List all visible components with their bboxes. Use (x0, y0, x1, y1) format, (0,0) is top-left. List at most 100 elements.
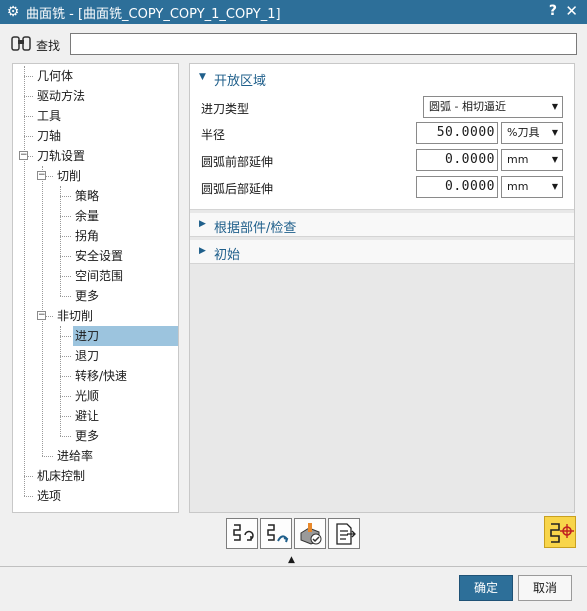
tree-item[interactable]: 几何体 (35, 66, 73, 86)
tree-connector (24, 496, 33, 497)
close-button[interactable]: ✕ (565, 2, 578, 20)
tree-item[interactable]: 退刀 (73, 346, 99, 366)
tree-connector (60, 326, 61, 436)
tree-item-label: 刀轨设置 (37, 149, 86, 163)
tree-item-label: 安全设置 (75, 249, 124, 263)
open-area-header[interactable]: ▼ 开放区域 (190, 66, 574, 90)
tree-item[interactable]: 刀轨设置 (35, 146, 85, 166)
toolpath-display-icon (550, 523, 574, 543)
tree-item-label: 驱动方法 (37, 89, 86, 103)
tree-connector (60, 356, 71, 357)
tree-item[interactable]: 驱动方法 (35, 86, 85, 106)
help-button[interactable]: ? (549, 3, 557, 19)
search-bar: 查找 (0, 30, 587, 58)
tree-connector (24, 66, 25, 496)
arc-front-extension-label: 圆弧前部延伸 (201, 155, 274, 169)
radius-label: 半径 (201, 128, 226, 142)
verify-button[interactable] (294, 518, 326, 549)
tree-item[interactable]: 拐角 (73, 226, 99, 246)
arc-front-unit-dropdown[interactable]: mm ▼ (501, 149, 563, 171)
ok-button[interactable]: 确定 (459, 575, 513, 601)
display-toolpath-button[interactable] (544, 516, 576, 548)
generate-toolpath-button[interactable] (226, 518, 258, 549)
list-button[interactable] (328, 518, 360, 549)
tree-item[interactable]: 刀轴 (35, 126, 61, 146)
chevron-down-icon: ▼ (551, 182, 558, 191)
tree-connector (60, 336, 71, 337)
arc-back-unit-dropdown[interactable]: mm ▼ (501, 176, 563, 198)
footer-separator (0, 566, 587, 567)
tree-connector (60, 236, 71, 237)
collapse-arrow-icon: ▼ (199, 72, 206, 82)
tree-item[interactable]: 工具 (35, 106, 61, 126)
tree-item[interactable]: 策略 (73, 186, 99, 206)
collapse-toggle-icon[interactable]: − (19, 151, 28, 160)
replay-icon (267, 524, 289, 543)
tree-item-label: 更多 (75, 429, 100, 443)
tree-connector (60, 196, 71, 197)
tree-item-label: 空间范围 (75, 269, 124, 283)
tree-item-label: 更多 (75, 289, 100, 303)
tree-item[interactable]: 机床控制 (35, 466, 85, 486)
tree-item-label: 转移/快速 (75, 369, 128, 383)
entry-type-label: 进刀类型 (201, 102, 250, 116)
collapse-toggle-icon[interactable]: − (37, 311, 46, 320)
tree-item[interactable]: 进给率 (55, 446, 93, 466)
entry-type-dropdown[interactable]: 圆弧 - 相切逼近 ▼ (423, 96, 563, 118)
tree-connector (60, 256, 71, 257)
initial-group-header[interactable]: ▶ 初始 (190, 240, 574, 264)
tree-item[interactable]: 非切削 (55, 306, 93, 326)
chevron-down-icon: ▼ (551, 155, 558, 164)
tree-item[interactable]: 更多 (73, 426, 99, 446)
tree-connector (60, 296, 71, 297)
tree-item-label: 机床控制 (37, 469, 86, 483)
tree-item[interactable]: 避让 (73, 406, 99, 426)
tree-item[interactable]: 余量 (73, 206, 99, 226)
open-area-group: ▼ 开放区域 进刀类型 圆弧 - 相切逼近 ▼ 半径 50.0000 %刀具 ▼ 圆… (190, 64, 574, 210)
dialog-window: ⚙ 曲面铣 - [曲面铣_COPY_COPY_1_COPY_1] ? ✕ 查找 … (0, 0, 587, 611)
tree-connector (60, 416, 71, 417)
window-title: 曲面铣 - [曲面铣_COPY_COPY_1_COPY_1] (26, 6, 281, 22)
search-input[interactable] (70, 33, 577, 55)
part-check-group-header[interactable]: ▶ 根据部件/检查 (190, 213, 574, 237)
tree-item-label: 退刀 (75, 349, 100, 363)
tree-connector (42, 456, 53, 457)
tree-connector (60, 396, 71, 397)
arc-back-extension-field[interactable]: 0.0000 (416, 176, 498, 198)
tree-item-label: 策略 (75, 189, 100, 203)
tree-connector (24, 476, 33, 477)
gear-icon[interactable]: ⚙ (0, 4, 26, 20)
toolbar-expand-icon[interactable]: ▲ (288, 555, 295, 565)
tree-item[interactable]: 转移/快速 (73, 366, 127, 386)
tree-connector (60, 436, 71, 437)
cancel-button[interactable]: 取消 (518, 575, 572, 601)
tree-item-label: 避让 (75, 409, 100, 423)
replay-button[interactable] (260, 518, 292, 549)
tree-item-label: 进给率 (57, 449, 94, 463)
tree-connector (60, 186, 61, 296)
tree-connector (60, 376, 71, 377)
tree-item-label: 刀轴 (37, 129, 62, 143)
tree-item[interactable]: 进刀 (73, 326, 178, 346)
binoculars-icon (11, 36, 31, 51)
tree-connector (24, 116, 33, 117)
radius-field[interactable]: 50.0000 (416, 122, 498, 144)
expand-arrow-icon: ▶ (199, 246, 206, 256)
tree-item[interactable]: 安全设置 (73, 246, 123, 266)
tree-item[interactable]: 光顺 (73, 386, 99, 406)
verify-icon (300, 523, 322, 545)
tree-item-label: 非切削 (57, 309, 94, 323)
tree-item[interactable]: 更多 (73, 286, 99, 306)
list-icon (336, 523, 356, 545)
tree-item[interactable]: 空间范围 (73, 266, 123, 286)
radius-unit-dropdown[interactable]: %刀具 ▼ (501, 122, 563, 144)
arc-front-extension-field[interactable]: 0.0000 (416, 149, 498, 171)
collapse-toggle-icon[interactable]: − (37, 171, 46, 180)
generate-icon (233, 524, 254, 541)
search-label: 查找 (36, 39, 61, 53)
tree-item-label: 余量 (75, 209, 100, 223)
tree-item-label: 拐角 (75, 229, 100, 243)
tree-item-label: 切削 (57, 169, 82, 183)
tree-item[interactable]: 切削 (55, 166, 81, 186)
tree-item[interactable]: 选项 (35, 486, 61, 506)
